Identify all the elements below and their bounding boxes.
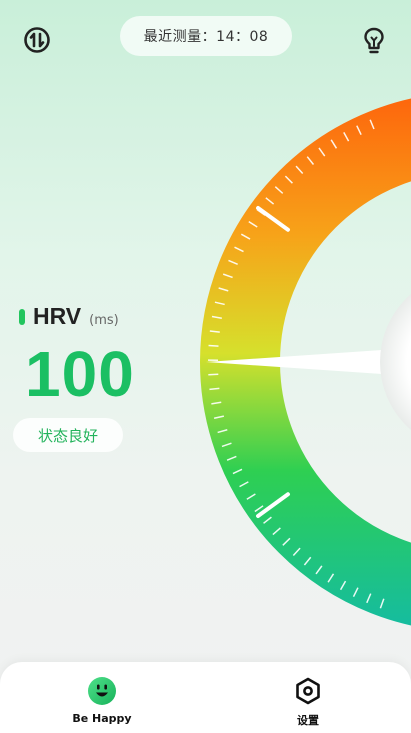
- hrv-label: HRV: [33, 303, 82, 329]
- nav-label-be-happy: Be Happy: [72, 712, 132, 725]
- status-text: 状态良好: [37, 426, 98, 445]
- gauge-hub: [380, 294, 411, 430]
- hexagon-settings-icon: [296, 677, 320, 705]
- nav-item-be-happy[interactable]: Be Happy: [42, 676, 162, 725]
- nav-label-settings: 设置: [297, 714, 319, 727]
- nav-item-settings[interactable]: 设置: [248, 676, 368, 728]
- gauge-tick: [209, 387, 220, 391]
- bottom-nav: Be Happy 设置: [0, 662, 411, 733]
- hrv-value: 100: [25, 338, 135, 410]
- hrv-header: HRV (ms): [19, 303, 119, 330]
- gauge-tick: [208, 344, 219, 347]
- smile-face-icon: [88, 677, 116, 705]
- hrv-unit: (ms): [89, 313, 119, 328]
- hrv-accent-bar: [19, 308, 25, 325]
- status-badge: 状态良好: [13, 418, 123, 452]
